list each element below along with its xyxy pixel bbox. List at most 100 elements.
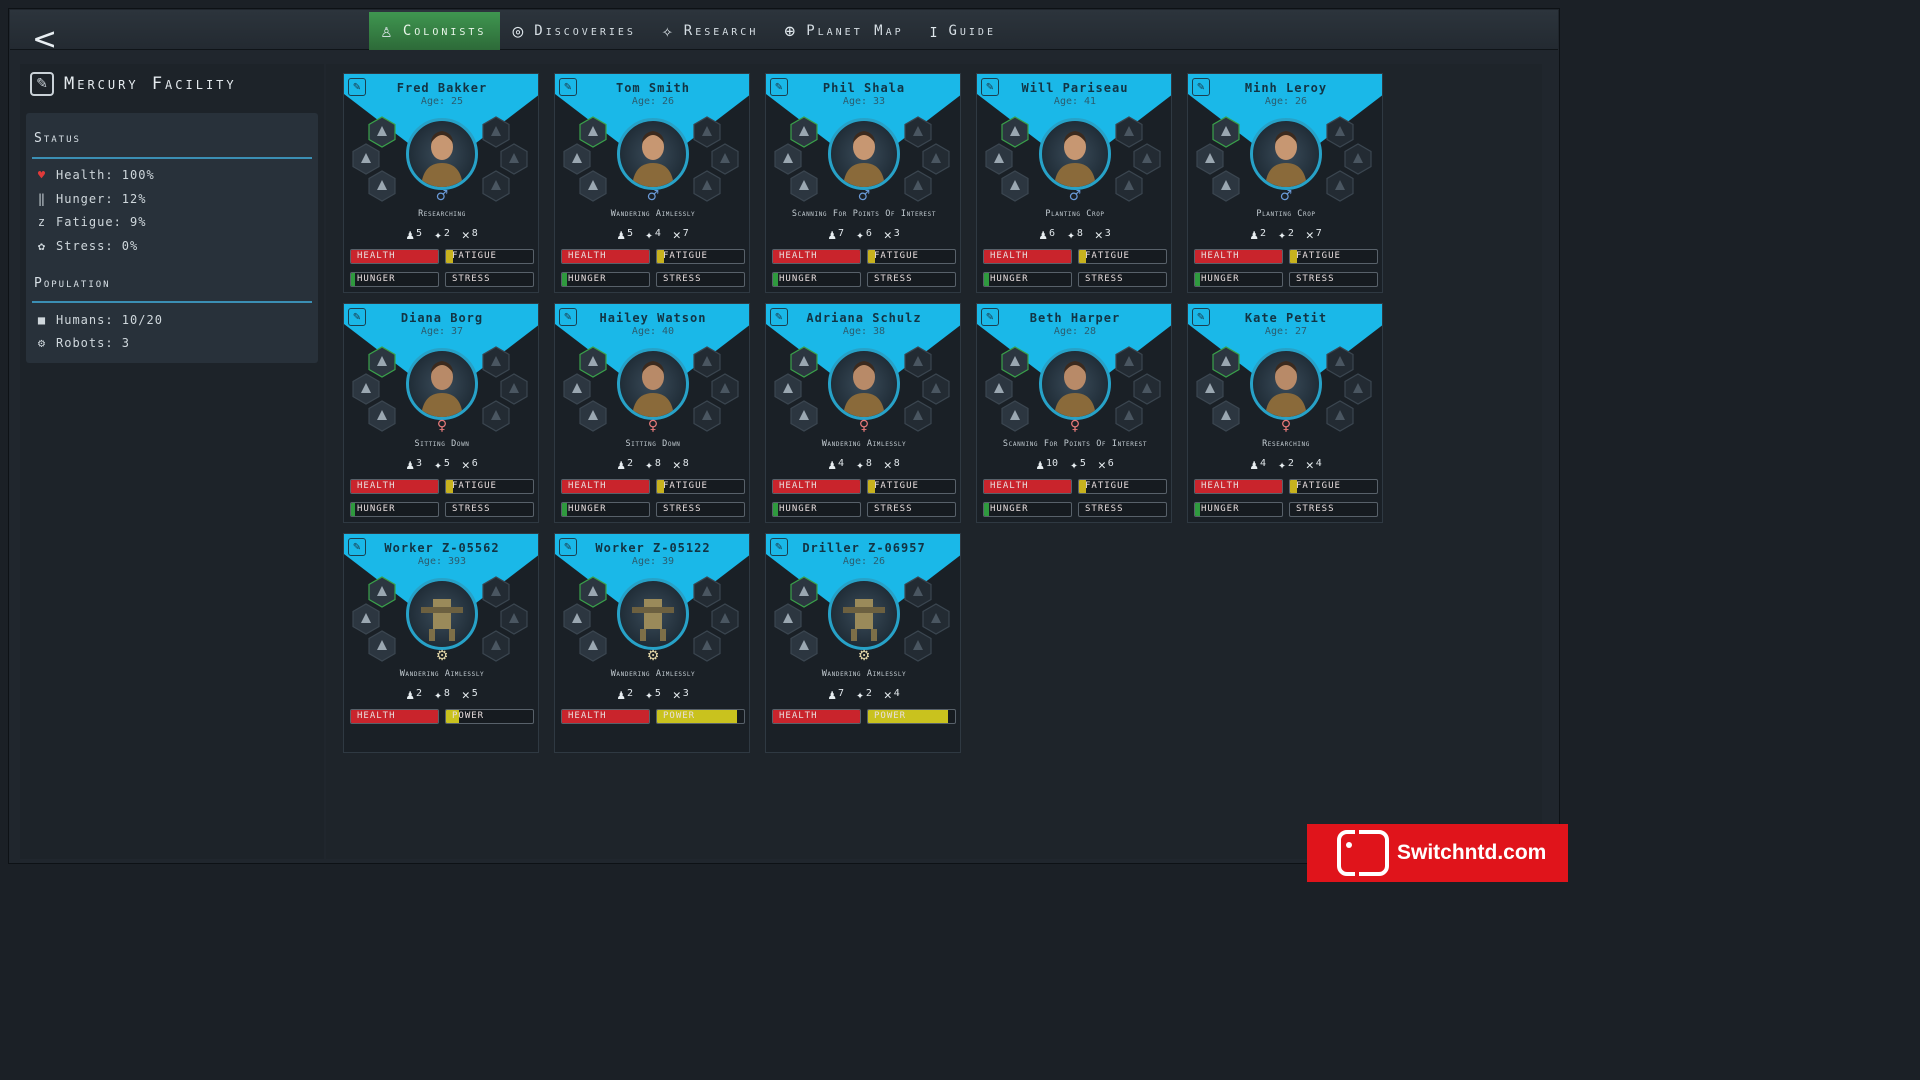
power-bar[interactable]: Power [867, 709, 956, 724]
colonist-portrait [617, 348, 689, 420]
stress-bar[interactable]: Stress [1289, 272, 1378, 287]
attribute-value: 4 [1260, 458, 1267, 469]
colonist-age: Age: 25 [420, 96, 464, 107]
colonist-card[interactable]: ✎ Diana Borg Age: 37 ♀ Sitting Down ♟ 3 ✦ 5 ✕ 6 Hea… [343, 303, 539, 523]
fatigue-bar[interactable]: Fatigue [867, 249, 956, 264]
tab-colonists[interactable]: ♙ Colonists [369, 12, 501, 50]
health-bar[interactable]: Health [350, 709, 439, 724]
vitals-bars: Health Fatigue Hunger Stress [1194, 479, 1378, 522]
colonist-card[interactable]: ✎ Fred Bakker Age: 25 ♂ Researching ♟ 5 ✦ 2 ✕ 8 Hea… [343, 73, 539, 293]
power-bar[interactable]: Power [445, 709, 534, 724]
hunger-bar[interactable]: Hunger [772, 502, 861, 517]
colonist-card[interactable]: ✎ Minh Leroy Age: 26 ♂ Planting Crop ♟ 2 ✦ 2 ✕ 7 He… [1187, 73, 1383, 293]
tab-research[interactable]: ✧ Research [650, 12, 772, 50]
health-bar[interactable]: Health [772, 479, 861, 494]
facility-name: Mercury Facility [64, 74, 237, 94]
colonist-activity: Planting Crop [1045, 209, 1105, 219]
stress-bar[interactable]: Stress [656, 272, 745, 287]
health-bar-label: Health [357, 251, 396, 261]
bar-row: Health Fatigue [983, 479, 1167, 494]
attribute-value: 3 [1104, 228, 1111, 239]
colonist-card[interactable]: ✎ Adriana Schulz Age: 38 ♀ Wandering Aimless… [765, 303, 961, 523]
attribute: ✦ 2 [434, 228, 450, 243]
population-humans: ■ Humans: 10/20 [34, 311, 163, 329]
fatigue-bar[interactable]: Fatigue [867, 479, 956, 494]
health-bar[interactable]: Health [561, 249, 650, 264]
power-bar-label: Power [663, 711, 696, 721]
attribute: ♟ 4 [828, 458, 844, 473]
fatigue-bar[interactable]: Fatigue [656, 479, 745, 494]
stress-bar[interactable]: Stress [867, 502, 956, 517]
hunger-bar[interactable]: Hunger [1194, 272, 1283, 287]
stress-bar[interactable]: Stress [445, 272, 534, 287]
hunger-bar[interactable]: Hunger [983, 502, 1072, 517]
health-bar[interactable]: Health [1194, 479, 1283, 494]
health-bar[interactable]: Health [1194, 249, 1283, 264]
stress-bar[interactable]: Stress [867, 272, 956, 287]
health-bar[interactable]: Health [350, 479, 439, 494]
health-bar[interactable]: Health [772, 249, 861, 264]
tab-guide[interactable]: i Guide [918, 12, 1010, 50]
fatigue-bar[interactable]: Fatigue [445, 479, 534, 494]
colonist-age: Age: 28 [1053, 326, 1097, 337]
attribute-value: 2 [443, 228, 450, 239]
health-bar[interactable]: Health [772, 709, 861, 724]
stress-bar[interactable]: Stress [445, 502, 534, 517]
attribute-row: ♟ 2 ✦ 8 ✕ 5 [344, 688, 538, 703]
hunger-bar[interactable]: Hunger [350, 272, 439, 287]
intelligence-icon: ♟ [617, 228, 626, 243]
bar-row: Health Fatigue [561, 249, 745, 264]
stress-bar[interactable]: Stress [656, 502, 745, 517]
vitals-bars: Health Power [561, 709, 745, 732]
hunger-bar-fill [562, 503, 568, 516]
colonist-card[interactable]: ✎ Will Pariseau Age: 41 ♂ Planting Crop ♟ 6 ✦ 8 ✕… [976, 73, 1172, 293]
back-button[interactable]: < [32, 24, 64, 56]
hunger-bar[interactable]: Hunger [772, 272, 861, 287]
colonist-card[interactable]: ✎ Tom Smith Age: 26 ♂ Wandering Aimlessly ♟ 5 ✦… [554, 73, 750, 293]
health-bar[interactable]: Health [350, 249, 439, 264]
tab-discoveries[interactable]: ◎ Discoveries [500, 12, 649, 50]
hunger-bar[interactable]: Hunger [561, 272, 650, 287]
health-bar[interactable]: Health [983, 249, 1072, 264]
colonist-name: Worker Z-05562 [384, 541, 500, 555]
colonist-card[interactable]: ✎ Worker Z-05122 Age: 39 ⚙ Wandering Aimless… [554, 533, 750, 753]
sleep-icon: z [37, 215, 47, 229]
attribute: ✦ 5 [1070, 458, 1086, 473]
health-bar[interactable]: Health [561, 709, 650, 724]
colonist-card[interactable]: ✎ Phil Shala Age: 33 ♂ Scanning For Points O… [765, 73, 961, 293]
colonist-card[interactable]: ✎ Worker Z-05562 Age: 393 ⚙ Wandering Aimles… [343, 533, 539, 753]
intelligence-icon: ♟ [1250, 228, 1259, 243]
fatigue-bar[interactable]: Fatigue [445, 249, 534, 264]
attribute-value: 8 [1076, 228, 1083, 239]
agility-icon: ✕ [1305, 228, 1314, 243]
power-bar[interactable]: Power [656, 709, 745, 724]
attribute: ✕ 7 [673, 228, 689, 243]
hunger-bar[interactable]: Hunger [350, 502, 439, 517]
stress-bar[interactable]: Stress [1289, 502, 1378, 517]
fatigue-bar[interactable]: Fatigue [1289, 479, 1378, 494]
hunger-bar[interactable]: Hunger [1194, 502, 1283, 517]
attribute-value: 3 [893, 228, 900, 239]
health-bar[interactable]: Health [983, 479, 1072, 494]
fatigue-bar[interactable]: Fatigue [656, 249, 745, 264]
attribute-value: 8 [865, 458, 872, 469]
intelligence-icon: ♟ [406, 458, 415, 473]
hunger-bar[interactable]: Hunger [983, 272, 1072, 287]
fatigue-bar[interactable]: Fatigue [1078, 249, 1167, 264]
colonist-card[interactable]: ✎ Hailey Watson Age: 40 ♀ Sitting Down ♟ 2 ✦ 8 ✕ 8… [554, 303, 750, 523]
colonist-card[interactable]: ✎ Beth Harper Age: 28 ♀ Scanning For Points … [976, 303, 1172, 523]
edit-facility-button[interactable]: ✎ [30, 72, 54, 96]
health-bar[interactable]: Health [561, 479, 650, 494]
attribute-value: 4 [654, 228, 661, 239]
person-figure-icon [1265, 131, 1307, 187]
fatigue-bar[interactable]: Fatigue [1289, 249, 1378, 264]
stress-bar[interactable]: Stress [1078, 502, 1167, 517]
male-icon: ♂ [1068, 188, 1082, 204]
fatigue-bar[interactable]: Fatigue [1078, 479, 1167, 494]
colonist-card[interactable]: ✎ Kate Petit Age: 27 ♀ Researching ♟ 4 ✦ 2 ✕ 4 Heal… [1187, 303, 1383, 523]
strength-icon: ✦ [434, 458, 442, 473]
stress-bar[interactable]: Stress [1078, 272, 1167, 287]
colonist-card[interactable]: ✎ Driller Z-06957 Age: 26 ⚙ Wandering Aimles… [765, 533, 961, 753]
hunger-bar[interactable]: Hunger [561, 502, 650, 517]
tab-planet-map[interactable]: ⊕ Planet Map [772, 12, 917, 50]
